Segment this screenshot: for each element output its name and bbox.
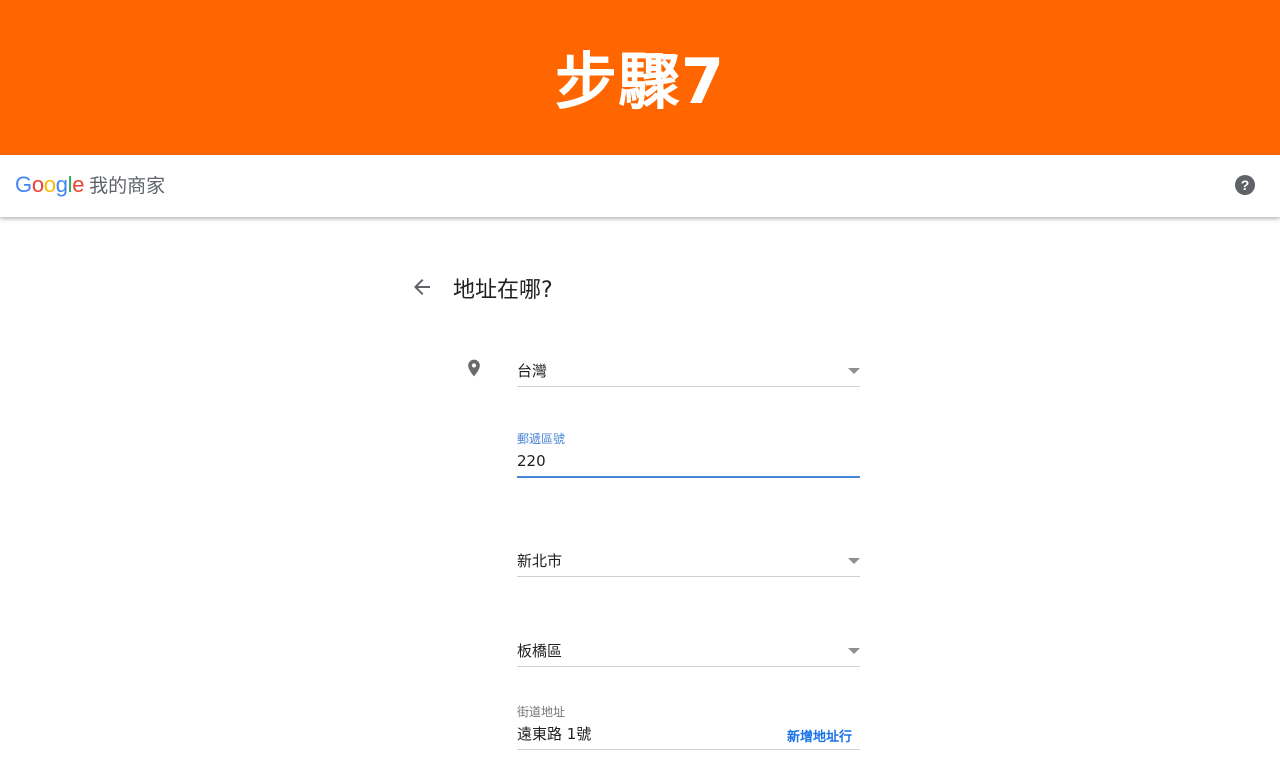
postal-code-field[interactable]: 郵遞區號 220 — [517, 431, 860, 478]
google-wordmark: Google — [15, 172, 84, 198]
app-header: Google 我的商家 ? — [0, 155, 1280, 217]
logo-letter: e — [72, 172, 85, 197]
field-underline-active — [517, 476, 860, 478]
country-select[interactable]: 台灣 — [517, 360, 860, 387]
add-address-line-button[interactable]: 新增地址行 — [787, 726, 852, 745]
logo-letter: G — [15, 172, 32, 197]
help-circle-icon[interactable]: ? — [1235, 175, 1255, 195]
logo-letter: g — [55, 172, 68, 197]
banner-title: 步驟7 — [554, 44, 726, 118]
page-title: 地址在哪? — [453, 278, 553, 303]
step-banner: 步驟7 — [0, 0, 1280, 155]
logo-letter: o — [43, 172, 56, 197]
city-select[interactable]: 新北市 — [517, 550, 860, 577]
chevron-down-icon — [848, 558, 860, 564]
postal-code-label: 郵遞區號 — [517, 432, 566, 446]
chevron-down-icon — [848, 368, 860, 374]
field-underline — [517, 386, 860, 387]
field-underline — [517, 666, 860, 667]
field-underline — [517, 576, 860, 577]
district-select[interactable]: 板橋區 — [517, 640, 860, 667]
country-value: 台灣 — [517, 362, 548, 380]
postal-code-input[interactable]: 220 — [517, 450, 860, 472]
street-address-label: 街道地址 — [517, 705, 566, 719]
city-value: 新北市 — [517, 552, 563, 570]
logo-letter: o — [31, 172, 44, 197]
field-underline — [517, 749, 860, 750]
street-address-field[interactable]: 街道地址 遠東路 1號 新增地址行 — [517, 704, 860, 750]
district-value: 板橋區 — [517, 642, 563, 660]
product-name: 我的商家 — [89, 175, 166, 197]
map-pin-icon — [468, 359, 480, 377]
main-content: 地址在哪? 台灣 郵遞區號 220 新北市 板橋區 街道地址 遠東路 1號 新增… — [0, 217, 1280, 771]
arrow-back-icon[interactable] — [410, 275, 434, 299]
chevron-down-icon — [848, 648, 860, 654]
google-my-business-logo[interactable]: Google 我的商家 — [15, 171, 165, 198]
